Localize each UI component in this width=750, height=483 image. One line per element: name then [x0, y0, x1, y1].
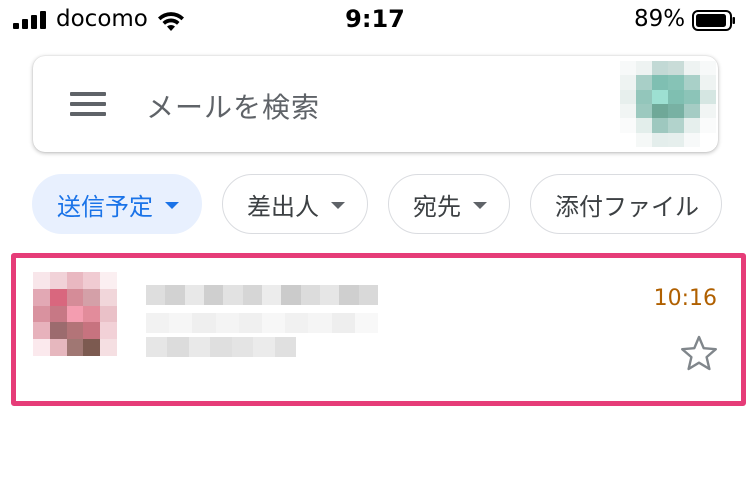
hamburger-menu-icon[interactable]	[70, 92, 106, 116]
star-outline-icon[interactable]	[679, 334, 719, 374]
filter-chips: 送信予定 差出人 宛先 添付ファイル	[32, 174, 722, 234]
chip-from[interactable]: 差出人	[222, 174, 368, 234]
mail-time: 10:16	[653, 286, 717, 311]
chip-label: 宛先	[413, 192, 461, 221]
chip-label: 送信予定	[57, 192, 153, 221]
chip-to[interactable]: 宛先	[388, 174, 510, 234]
search-input[interactable]: メールを検索	[146, 86, 320, 126]
chip-attachment[interactable]: 添付ファイル	[530, 174, 722, 234]
caret-down-icon	[331, 202, 345, 209]
highlighted-mail-row[interactable]: 10:16	[11, 253, 746, 406]
search-bar[interactable]: メールを検索	[33, 56, 718, 152]
status-bar: docomo 9:17 89%	[0, 0, 750, 44]
chip-label: 添付ファイル	[555, 192, 699, 221]
chip-scheduled[interactable]: 送信予定	[32, 174, 202, 234]
battery-percent: 89%	[634, 6, 686, 32]
caret-down-icon	[165, 202, 179, 209]
profile-avatar[interactable]	[620, 61, 716, 147]
snippet-redacted	[146, 337, 296, 357]
subject-redacted	[146, 313, 379, 333]
battery-icon	[692, 10, 735, 31]
sender-name-redacted	[146, 285, 378, 305]
sender-avatar	[33, 272, 117, 356]
caret-down-icon	[473, 202, 487, 209]
chip-label: 差出人	[247, 192, 319, 221]
